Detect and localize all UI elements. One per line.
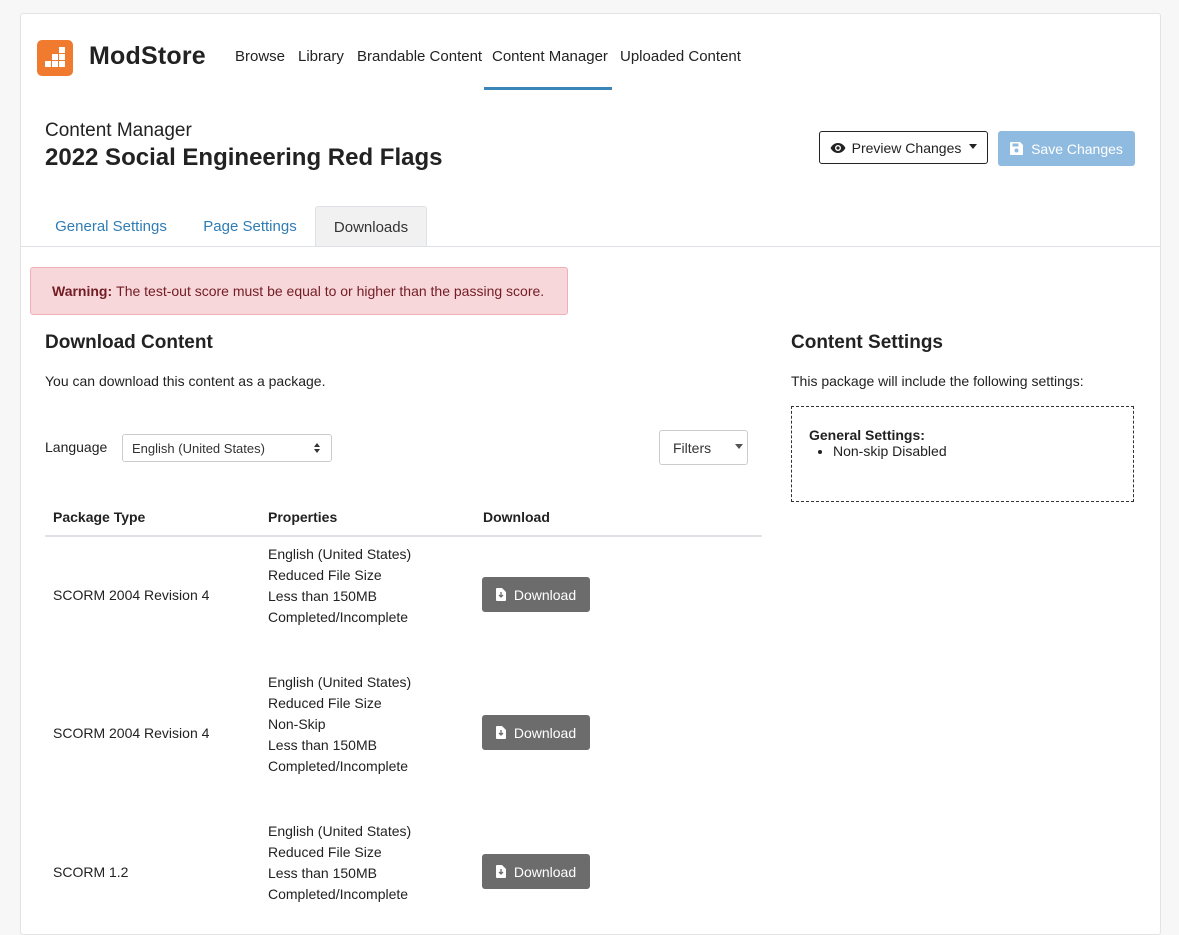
row-1-package-type: SCORM 2004 Revision 4 <box>53 587 210 603</box>
tab-downloads[interactable]: Downloads <box>315 206 427 247</box>
table-header-divider <box>45 535 762 537</box>
download-label: Download <box>513 863 577 880</box>
warning-alert: Warning: The test-out score must be equa… <box>30 267 568 315</box>
row-2-property: Reduced File Size <box>268 695 382 711</box>
row-2-download-button[interactable]: Download <box>482 715 590 750</box>
column-header-package-type: Package Type <box>53 509 146 525</box>
nav-content-manager[interactable]: Content Manager <box>492 48 608 65</box>
breadcrumb: Content Manager <box>45 120 192 141</box>
row-3-property: Less than 150MB <box>268 865 377 881</box>
download-label: Download <box>513 724 577 741</box>
language-select-value: English (United States) <box>132 440 265 456</box>
row-2-package-type: SCORM 2004 Revision 4 <box>53 725 210 741</box>
language-select[interactable]: English (United States) <box>122 434 332 462</box>
row-1-property: Reduced File Size <box>268 567 382 583</box>
nav-brandable-content[interactable]: Brandable Content <box>357 48 482 65</box>
row-2-properties: English (United States) Reduced File Siz… <box>268 672 411 777</box>
filters-button[interactable]: Filters <box>659 430 748 465</box>
download-content-description: You can download this content as a packa… <box>45 373 326 389</box>
preview-changes-label: Preview Changes <box>851 139 962 156</box>
row-3-package-type: SCORM 1.2 <box>53 864 129 880</box>
row-3-property: Reduced File Size <box>268 844 382 860</box>
select-arrows-icon <box>314 443 320 453</box>
main-card: ModStore Browse Library Brandable Conten… <box>20 13 1161 935</box>
brand-name[interactable]: ModStore <box>89 42 206 71</box>
nav-library[interactable]: Library <box>298 48 344 65</box>
row-1-property: English (United States) <box>268 546 412 562</box>
tabs-divider <box>21 246 1160 247</box>
page-title: 2022 Social Engineering Red Flags <box>45 144 443 171</box>
language-label: Language <box>45 439 108 455</box>
filters-label: Filters <box>673 439 712 456</box>
row-3-property: English (United States) <box>268 823 412 839</box>
content-settings-heading: Content Settings <box>791 332 943 353</box>
row-3-properties: English (United States) Reduced File Siz… <box>268 821 411 905</box>
nav-active-indicator <box>484 87 612 90</box>
save-changes-label: Save Changes <box>1031 140 1123 157</box>
tab-general-settings[interactable]: General Settings <box>39 206 183 246</box>
save-changes-button[interactable]: Save Changes <box>998 131 1135 166</box>
chevron-down-icon <box>969 144 978 149</box>
row-1-download-button[interactable]: Download <box>482 577 590 612</box>
nav-uploaded-content[interactable]: Uploaded Content <box>620 48 741 65</box>
tab-page-settings[interactable]: Page Settings <box>187 206 313 246</box>
row-1-property: Less than 150MB <box>268 588 377 604</box>
download-label: Download <box>513 586 577 603</box>
warning-text: The test-out score must be equal to or h… <box>116 283 545 299</box>
modstore-logo-icon[interactable] <box>37 40 73 76</box>
chevron-down-icon <box>735 444 744 449</box>
content-settings-box: General Settings: Non-skip Disabled <box>791 406 1134 502</box>
row-2-property: Non-Skip <box>268 716 326 732</box>
download-content-heading: Download Content <box>45 332 213 353</box>
nav-browse[interactable]: Browse <box>235 48 285 65</box>
row-1-property: Completed/Incomplete <box>268 609 409 625</box>
file-download-icon <box>495 588 506 601</box>
column-header-properties: Properties <box>268 509 338 525</box>
preview-changes-button[interactable]: Preview Changes <box>819 131 988 164</box>
column-header-download: Download <box>483 509 550 525</box>
row-3-property: Completed/Incomplete <box>268 886 409 902</box>
file-download-icon <box>495 726 506 739</box>
settings-list-item: Non-skip Disabled <box>833 443 947 459</box>
eye-icon <box>830 142 846 153</box>
file-download-icon <box>495 865 506 878</box>
row-1-properties: English (United States) Reduced File Siz… <box>268 544 411 628</box>
warning-label: Warning: <box>52 283 113 299</box>
save-icon <box>1010 142 1024 155</box>
row-3-download-button[interactable]: Download <box>482 854 590 889</box>
row-2-property: English (United States) <box>268 674 412 690</box>
row-2-property: Completed/Incomplete <box>268 758 409 774</box>
row-2-property: Less than 150MB <box>268 737 377 753</box>
content-settings-description: This package will include the following … <box>791 373 1084 389</box>
general-settings-label: General Settings: <box>809 427 925 443</box>
settings-list: Non-skip Disabled <box>809 443 947 459</box>
